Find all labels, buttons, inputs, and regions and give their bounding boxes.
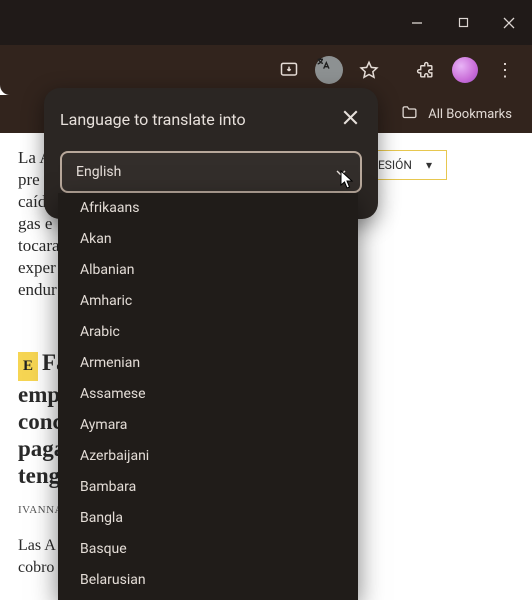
body-line: Las A <box>18 535 58 557</box>
folder-icon <box>401 104 418 125</box>
text-line: tocara <box>18 235 58 257</box>
exclusive-badge: E <box>18 352 38 381</box>
text-line: endur <box>18 279 58 301</box>
headline-line: paga <box>18 435 58 462</box>
byline: IVANNA V <box>18 499 58 521</box>
language-option[interactable]: Belarusian <box>58 565 358 596</box>
language-option[interactable]: Bangla <box>58 503 358 534</box>
headline-line: teng <box>18 462 58 489</box>
language-option[interactable]: Arabic <box>58 317 358 348</box>
selected-language: English <box>76 164 121 180</box>
all-bookmarks-link[interactable]: All Bookmarks <box>428 107 512 122</box>
language-option[interactable]: Bambara <box>58 472 358 503</box>
profile-avatar[interactable] <box>446 51 484 89</box>
window-titlebar <box>0 0 532 45</box>
language-option[interactable]: Albanian <box>58 255 358 286</box>
language-option[interactable]: Afrikaans <box>58 193 358 224</box>
language-option[interactable]: Amharic <box>58 286 358 317</box>
language-dropdown: AfrikaansAkanAlbanianAmharicArabicArmeni… <box>58 193 358 600</box>
close-icon[interactable] <box>339 106 362 133</box>
translate-badge <box>315 56 343 84</box>
extensions-icon[interactable] <box>406 51 444 89</box>
article-fragment-2: EFa emp conc paga teng IVANNA V Las A co… <box>18 349 58 579</box>
install-icon[interactable] <box>270 51 308 89</box>
text-line: exper <box>18 257 58 279</box>
bookmark-star-icon[interactable] <box>350 51 388 89</box>
language-option[interactable]: Aymara <box>58 410 358 441</box>
language-option[interactable]: Akan <box>58 224 358 255</box>
dropdown-arrow-icon <box>336 164 346 180</box>
translate-icon[interactable] <box>310 51 348 89</box>
headline-line: EFa <box>18 349 58 381</box>
language-option[interactable]: Assamese <box>58 379 358 410</box>
popup-title: Language to translate into <box>60 110 246 129</box>
popup-header: Language to translate into <box>60 106 362 133</box>
language-select[interactable]: English <box>60 151 362 193</box>
session-label: ESIÓN <box>378 158 412 172</box>
language-option[interactable]: Basque <box>58 534 358 565</box>
kebab-menu-icon[interactable]: ⋮ <box>486 51 524 89</box>
body-line: cobro <box>18 557 58 579</box>
language-option[interactable]: Armenian <box>58 348 358 379</box>
avatar-image <box>452 57 478 83</box>
headline-line: conc <box>18 408 58 435</box>
window-close-button[interactable] <box>486 0 532 45</box>
window-minimize-button[interactable] <box>394 0 440 45</box>
language-option[interactable]: Azerbaijani <box>58 441 358 472</box>
window-maximize-button[interactable] <box>440 0 486 45</box>
headline-line: emp <box>18 381 58 408</box>
chevron-down-icon: ▾ <box>426 158 432 172</box>
